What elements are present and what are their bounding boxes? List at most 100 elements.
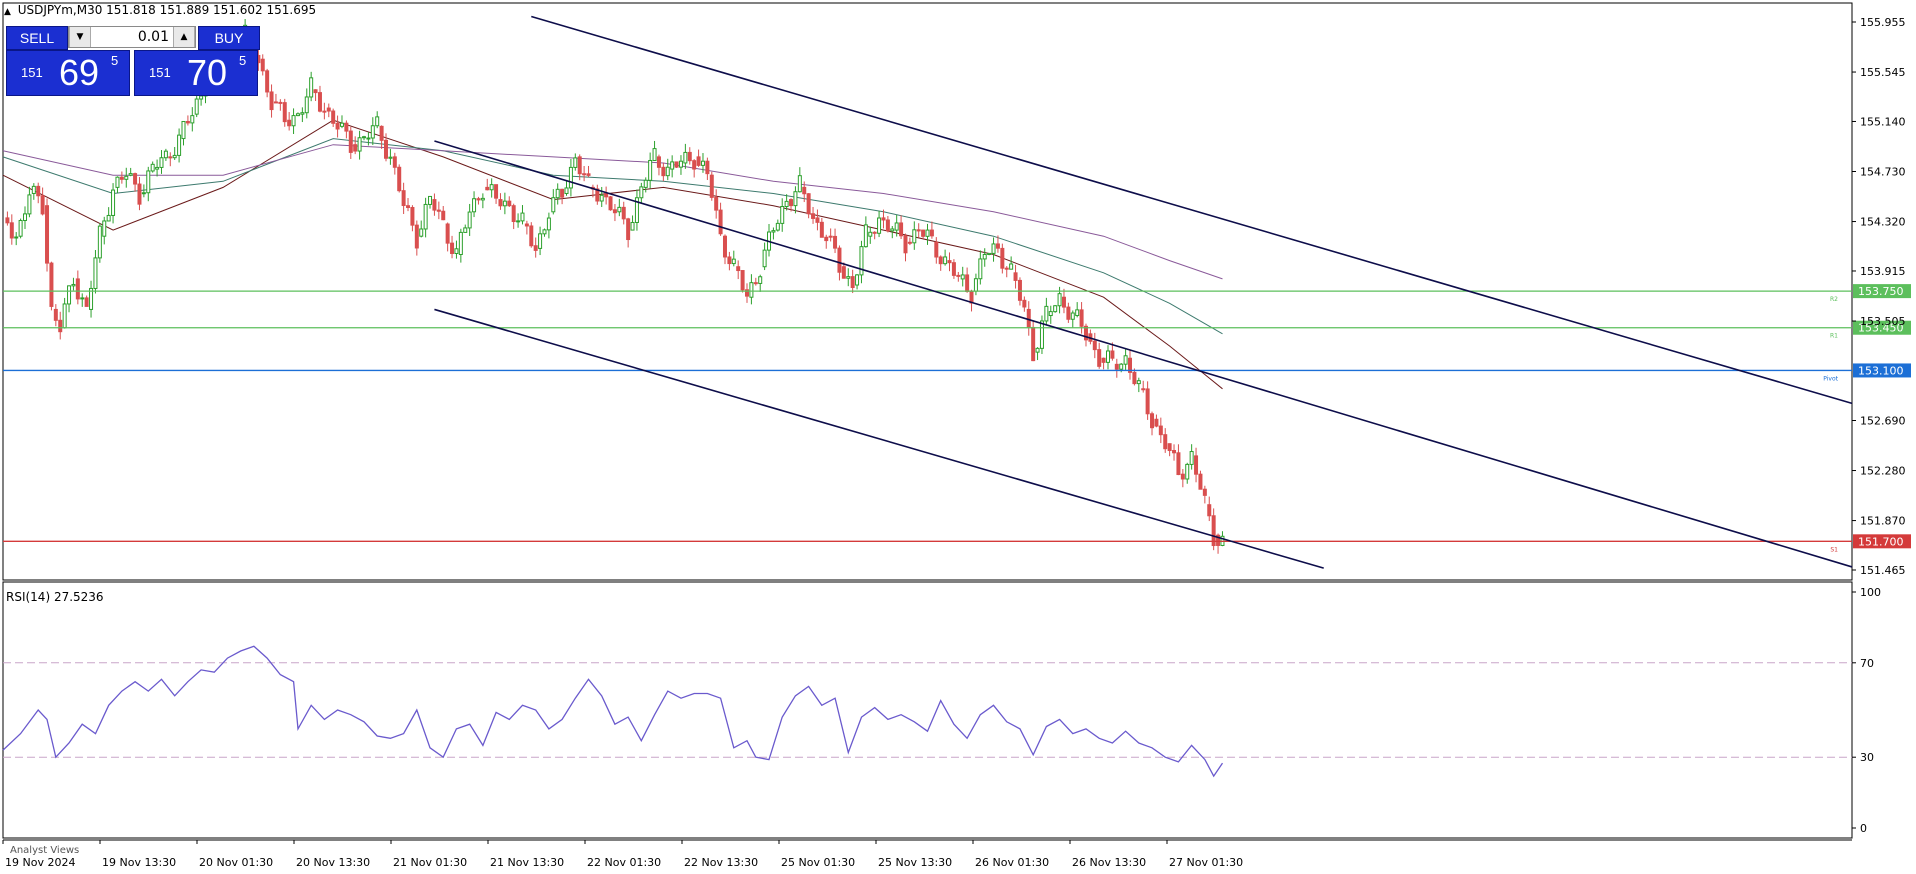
candle-body xyxy=(344,122,349,132)
analyst-views-tab[interactable]: Analyst Views xyxy=(10,845,79,856)
candle-body xyxy=(384,139,389,159)
candle xyxy=(128,167,133,177)
candle-body xyxy=(75,278,80,300)
candle xyxy=(137,177,142,211)
candle xyxy=(1172,444,1177,461)
candle-body xyxy=(529,225,534,247)
buy-button[interactable]: BUY xyxy=(198,26,260,50)
candle xyxy=(560,188,565,205)
candle-body xyxy=(317,92,322,112)
sell-button[interactable]: SELL xyxy=(6,26,68,50)
candle-body xyxy=(771,230,776,233)
candle xyxy=(111,183,116,224)
candle xyxy=(564,181,569,196)
lot-down-icon[interactable]: ▼ xyxy=(69,27,91,47)
candle-body xyxy=(348,130,353,153)
price-chart-frame: R2 R1 Pivot S1 xyxy=(2,2,1853,581)
candle-body xyxy=(793,191,798,207)
candle-body xyxy=(599,194,604,202)
rsi-tick-label: 0 xyxy=(1860,822,1867,835)
lot-size-value[interactable]: 0.01 xyxy=(91,27,173,47)
candle-body xyxy=(1114,363,1119,370)
candle-body xyxy=(753,282,758,285)
one-click-trading-panel: SELL ▼ 0.01 ▲ BUY 151 69 5 151 70 5 xyxy=(6,26,260,98)
candle xyxy=(159,150,164,174)
candle-body xyxy=(524,223,529,227)
candle-body xyxy=(762,249,767,268)
lot-up-icon[interactable]: ▲ xyxy=(173,27,195,47)
candle-body xyxy=(388,156,393,159)
candle xyxy=(1211,508,1216,551)
chart-canvas: R2R1PivotS1 153.750153.450153.100151.700… xyxy=(2,2,1911,869)
candle-body xyxy=(837,247,842,273)
candle xyxy=(401,182,406,215)
candle xyxy=(921,229,926,239)
candle xyxy=(172,146,177,160)
candle xyxy=(714,189,719,219)
price-tick-label: 155.140 xyxy=(1860,115,1906,128)
candle-body xyxy=(520,212,525,222)
candle-body xyxy=(573,157,578,168)
candle xyxy=(309,71,314,102)
candle-body xyxy=(639,186,644,199)
candle-body xyxy=(670,161,675,170)
time-tick-label: 25 Nov 01:30 xyxy=(781,856,855,869)
candle-body xyxy=(282,102,287,123)
candle-body xyxy=(621,206,626,220)
candle xyxy=(291,108,296,135)
candle xyxy=(168,152,173,167)
candle xyxy=(533,237,538,258)
candle xyxy=(1158,417,1163,444)
candle xyxy=(1000,243,1005,274)
lot-size-input[interactable]: ▼ 0.01 ▲ xyxy=(68,26,196,48)
candle xyxy=(397,164,402,193)
candle-body xyxy=(538,233,543,249)
candle-body xyxy=(159,157,164,168)
candle-body xyxy=(586,173,591,176)
candle xyxy=(265,68,270,98)
level-tag-s1: S1 xyxy=(1830,546,1838,553)
trend-line-3 xyxy=(434,308,1324,569)
candle xyxy=(749,274,754,305)
candle xyxy=(287,112,292,131)
candle-body xyxy=(991,243,996,254)
candle-body xyxy=(489,184,494,191)
candle-body xyxy=(168,156,173,159)
candle xyxy=(181,120,186,146)
candle xyxy=(67,285,72,313)
sell-quote[interactable]: 151 69 5 xyxy=(6,50,130,96)
candle-body xyxy=(80,297,85,300)
candle xyxy=(925,223,930,245)
collapse-triangle-icon[interactable]: ▲ xyxy=(4,7,11,17)
rsi-tick-label: 100 xyxy=(1860,586,1881,599)
candle-body xyxy=(49,262,54,307)
candle-body xyxy=(18,219,23,237)
candle xyxy=(53,304,58,327)
candle-body xyxy=(546,217,551,231)
candle xyxy=(467,203,472,236)
candle-body xyxy=(987,252,992,256)
candle xyxy=(441,205,446,221)
buy-quote[interactable]: 151 70 5 xyxy=(134,50,258,96)
candle-body xyxy=(824,236,829,242)
candle-body xyxy=(758,276,763,284)
candle xyxy=(608,195,613,211)
candle-body xyxy=(494,184,499,199)
candle-body xyxy=(982,253,987,260)
candle-body xyxy=(23,213,28,221)
candle-body xyxy=(467,211,472,229)
candle-body xyxy=(375,116,380,127)
candle xyxy=(511,203,516,230)
candle-body xyxy=(141,192,146,195)
candle xyxy=(736,260,741,280)
candle-body xyxy=(194,98,199,115)
candle xyxy=(463,224,468,233)
candle xyxy=(49,261,54,311)
candle-body xyxy=(696,156,701,166)
candle xyxy=(282,98,287,127)
candle-body xyxy=(965,274,970,292)
candle-body xyxy=(877,217,882,234)
time-tick-label: 25 Nov 13:30 xyxy=(878,856,952,869)
candle xyxy=(604,186,609,205)
candle-body xyxy=(1009,263,1014,270)
